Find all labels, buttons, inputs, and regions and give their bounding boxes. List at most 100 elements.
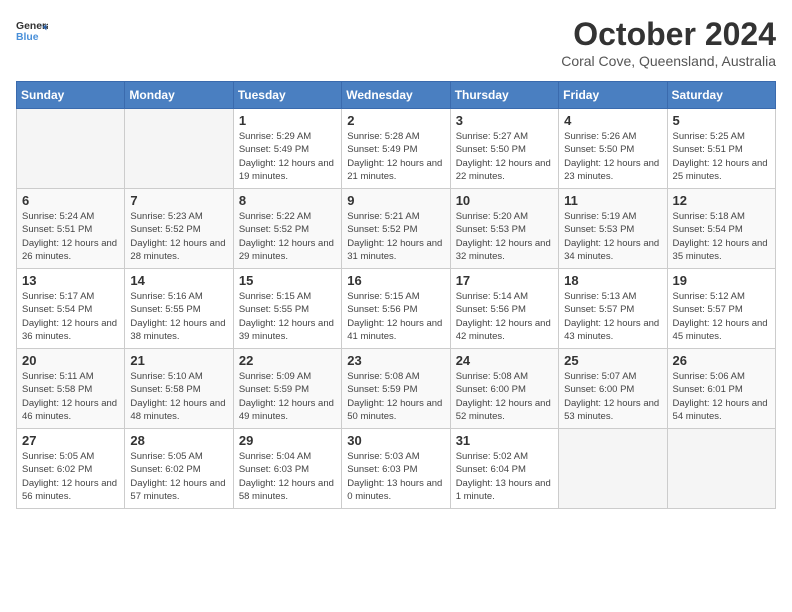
header-sunday: Sunday bbox=[17, 82, 125, 109]
day-number: 24 bbox=[456, 353, 553, 368]
day-number: 4 bbox=[564, 113, 661, 128]
day-info: Sunrise: 5:17 AM Sunset: 5:54 PM Dayligh… bbox=[22, 290, 119, 343]
day-info: Sunrise: 5:03 AM Sunset: 6:03 PM Dayligh… bbox=[347, 450, 444, 503]
day-info: Sunrise: 5:05 AM Sunset: 6:02 PM Dayligh… bbox=[22, 450, 119, 503]
calendar-cell: 20 Sunrise: 5:11 AM Sunset: 5:58 PM Dayl… bbox=[17, 349, 125, 429]
day-number: 7 bbox=[130, 193, 227, 208]
day-info: Sunrise: 5:14 AM Sunset: 5:56 PM Dayligh… bbox=[456, 290, 553, 343]
calendar-cell: 29 Sunrise: 5:04 AM Sunset: 6:03 PM Dayl… bbox=[233, 429, 341, 509]
calendar-cell bbox=[559, 429, 667, 509]
day-number: 21 bbox=[130, 353, 227, 368]
calendar-cell: 6 Sunrise: 5:24 AM Sunset: 5:51 PM Dayli… bbox=[17, 189, 125, 269]
calendar-cell: 5 Sunrise: 5:25 AM Sunset: 5:51 PM Dayli… bbox=[667, 109, 775, 189]
day-info: Sunrise: 5:27 AM Sunset: 5:50 PM Dayligh… bbox=[456, 130, 553, 183]
day-info: Sunrise: 5:26 AM Sunset: 5:50 PM Dayligh… bbox=[564, 130, 661, 183]
calendar-cell: 19 Sunrise: 5:12 AM Sunset: 5:57 PM Dayl… bbox=[667, 269, 775, 349]
day-number: 12 bbox=[673, 193, 770, 208]
day-number: 30 bbox=[347, 433, 444, 448]
day-number: 23 bbox=[347, 353, 444, 368]
day-number: 26 bbox=[673, 353, 770, 368]
page-header: General Blue October 2024 Coral Cove, Qu… bbox=[16, 16, 776, 69]
header-friday: Friday bbox=[559, 82, 667, 109]
calendar-cell: 27 Sunrise: 5:05 AM Sunset: 6:02 PM Dayl… bbox=[17, 429, 125, 509]
calendar-cell: 12 Sunrise: 5:18 AM Sunset: 5:54 PM Dayl… bbox=[667, 189, 775, 269]
calendar-cell: 22 Sunrise: 5:09 AM Sunset: 5:59 PM Dayl… bbox=[233, 349, 341, 429]
day-info: Sunrise: 5:22 AM Sunset: 5:52 PM Dayligh… bbox=[239, 210, 336, 263]
day-number: 8 bbox=[239, 193, 336, 208]
day-info: Sunrise: 5:04 AM Sunset: 6:03 PM Dayligh… bbox=[239, 450, 336, 503]
calendar-cell: 24 Sunrise: 5:08 AM Sunset: 6:00 PM Dayl… bbox=[450, 349, 558, 429]
day-info: Sunrise: 5:11 AM Sunset: 5:58 PM Dayligh… bbox=[22, 370, 119, 423]
day-info: Sunrise: 5:21 AM Sunset: 5:52 PM Dayligh… bbox=[347, 210, 444, 263]
day-info: Sunrise: 5:18 AM Sunset: 5:54 PM Dayligh… bbox=[673, 210, 770, 263]
calendar-table: SundayMondayTuesdayWednesdayThursdayFrid… bbox=[16, 81, 776, 509]
day-number: 13 bbox=[22, 273, 119, 288]
day-number: 18 bbox=[564, 273, 661, 288]
calendar-cell: 28 Sunrise: 5:05 AM Sunset: 6:02 PM Dayl… bbox=[125, 429, 233, 509]
day-number: 3 bbox=[456, 113, 553, 128]
day-info: Sunrise: 5:08 AM Sunset: 6:00 PM Dayligh… bbox=[456, 370, 553, 423]
day-number: 9 bbox=[347, 193, 444, 208]
week-row-1: 1 Sunrise: 5:29 AM Sunset: 5:49 PM Dayli… bbox=[17, 109, 776, 189]
day-number: 25 bbox=[564, 353, 661, 368]
logo-icon: General Blue bbox=[16, 16, 48, 48]
header-saturday: Saturday bbox=[667, 82, 775, 109]
svg-text:Blue: Blue bbox=[16, 32, 39, 43]
header-monday: Monday bbox=[125, 82, 233, 109]
day-number: 11 bbox=[564, 193, 661, 208]
week-row-4: 20 Sunrise: 5:11 AM Sunset: 5:58 PM Dayl… bbox=[17, 349, 776, 429]
day-info: Sunrise: 5:12 AM Sunset: 5:57 PM Dayligh… bbox=[673, 290, 770, 343]
calendar-cell: 30 Sunrise: 5:03 AM Sunset: 6:03 PM Dayl… bbox=[342, 429, 450, 509]
calendar-cell: 13 Sunrise: 5:17 AM Sunset: 5:54 PM Dayl… bbox=[17, 269, 125, 349]
day-number: 29 bbox=[239, 433, 336, 448]
day-number: 31 bbox=[456, 433, 553, 448]
day-info: Sunrise: 5:08 AM Sunset: 5:59 PM Dayligh… bbox=[347, 370, 444, 423]
calendar-cell: 21 Sunrise: 5:10 AM Sunset: 5:58 PM Dayl… bbox=[125, 349, 233, 429]
day-number: 16 bbox=[347, 273, 444, 288]
day-number: 22 bbox=[239, 353, 336, 368]
calendar-cell bbox=[667, 429, 775, 509]
calendar-cell: 3 Sunrise: 5:27 AM Sunset: 5:50 PM Dayli… bbox=[450, 109, 558, 189]
day-number: 5 bbox=[673, 113, 770, 128]
day-number: 1 bbox=[239, 113, 336, 128]
day-info: Sunrise: 5:24 AM Sunset: 5:51 PM Dayligh… bbox=[22, 210, 119, 263]
day-number: 17 bbox=[456, 273, 553, 288]
week-row-5: 27 Sunrise: 5:05 AM Sunset: 6:02 PM Dayl… bbox=[17, 429, 776, 509]
header-row: SundayMondayTuesdayWednesdayThursdayFrid… bbox=[17, 82, 776, 109]
day-info: Sunrise: 5:29 AM Sunset: 5:49 PM Dayligh… bbox=[239, 130, 336, 183]
calendar-cell: 7 Sunrise: 5:23 AM Sunset: 5:52 PM Dayli… bbox=[125, 189, 233, 269]
calendar-cell: 10 Sunrise: 5:20 AM Sunset: 5:53 PM Dayl… bbox=[450, 189, 558, 269]
logo: General Blue bbox=[16, 16, 48, 48]
day-info: Sunrise: 5:07 AM Sunset: 6:00 PM Dayligh… bbox=[564, 370, 661, 423]
day-number: 2 bbox=[347, 113, 444, 128]
header-tuesday: Tuesday bbox=[233, 82, 341, 109]
day-info: Sunrise: 5:23 AM Sunset: 5:52 PM Dayligh… bbox=[130, 210, 227, 263]
calendar-cell: 1 Sunrise: 5:29 AM Sunset: 5:49 PM Dayli… bbox=[233, 109, 341, 189]
title-block: October 2024 Coral Cove, Queensland, Aus… bbox=[561, 16, 776, 69]
calendar-cell: 25 Sunrise: 5:07 AM Sunset: 6:00 PM Dayl… bbox=[559, 349, 667, 429]
day-info: Sunrise: 5:09 AM Sunset: 5:59 PM Dayligh… bbox=[239, 370, 336, 423]
header-wednesday: Wednesday bbox=[342, 82, 450, 109]
svg-text:General: General bbox=[16, 21, 48, 32]
day-info: Sunrise: 5:19 AM Sunset: 5:53 PM Dayligh… bbox=[564, 210, 661, 263]
calendar-cell: 2 Sunrise: 5:28 AM Sunset: 5:49 PM Dayli… bbox=[342, 109, 450, 189]
calendar-cell: 16 Sunrise: 5:15 AM Sunset: 5:56 PM Dayl… bbox=[342, 269, 450, 349]
week-row-2: 6 Sunrise: 5:24 AM Sunset: 5:51 PM Dayli… bbox=[17, 189, 776, 269]
calendar-cell: 26 Sunrise: 5:06 AM Sunset: 6:01 PM Dayl… bbox=[667, 349, 775, 429]
day-info: Sunrise: 5:25 AM Sunset: 5:51 PM Dayligh… bbox=[673, 130, 770, 183]
day-info: Sunrise: 5:16 AM Sunset: 5:55 PM Dayligh… bbox=[130, 290, 227, 343]
location-subtitle: Coral Cove, Queensland, Australia bbox=[561, 53, 776, 69]
calendar-cell: 15 Sunrise: 5:15 AM Sunset: 5:55 PM Dayl… bbox=[233, 269, 341, 349]
day-number: 20 bbox=[22, 353, 119, 368]
calendar-cell: 17 Sunrise: 5:14 AM Sunset: 5:56 PM Dayl… bbox=[450, 269, 558, 349]
week-row-3: 13 Sunrise: 5:17 AM Sunset: 5:54 PM Dayl… bbox=[17, 269, 776, 349]
day-info: Sunrise: 5:02 AM Sunset: 6:04 PM Dayligh… bbox=[456, 450, 553, 503]
day-number: 28 bbox=[130, 433, 227, 448]
day-info: Sunrise: 5:13 AM Sunset: 5:57 PM Dayligh… bbox=[564, 290, 661, 343]
day-info: Sunrise: 5:06 AM Sunset: 6:01 PM Dayligh… bbox=[673, 370, 770, 423]
day-info: Sunrise: 5:28 AM Sunset: 5:49 PM Dayligh… bbox=[347, 130, 444, 183]
calendar-cell: 8 Sunrise: 5:22 AM Sunset: 5:52 PM Dayli… bbox=[233, 189, 341, 269]
calendar-cell: 31 Sunrise: 5:02 AM Sunset: 6:04 PM Dayl… bbox=[450, 429, 558, 509]
calendar-cell: 14 Sunrise: 5:16 AM Sunset: 5:55 PM Dayl… bbox=[125, 269, 233, 349]
calendar-cell bbox=[125, 109, 233, 189]
